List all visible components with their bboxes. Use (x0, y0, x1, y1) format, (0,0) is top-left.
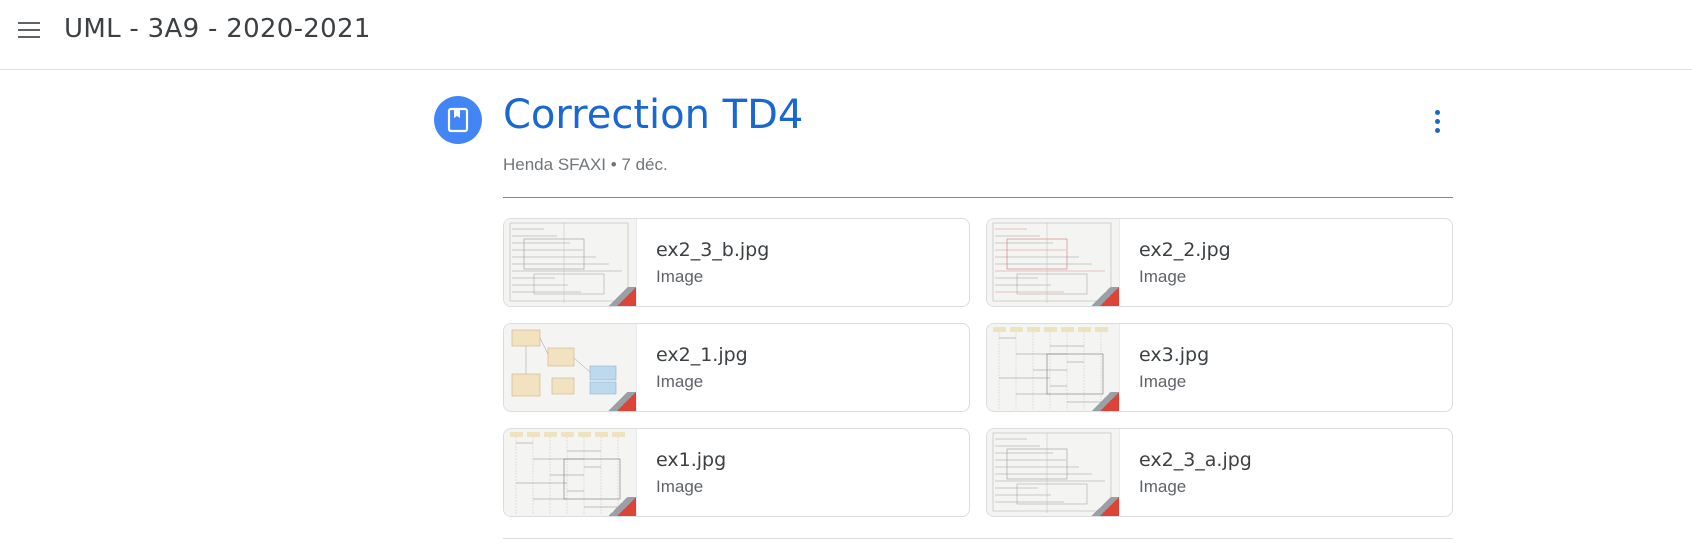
bottom-divider (503, 538, 1453, 539)
class-title[interactable]: UML - 3A9 - 2020-2021 (64, 14, 371, 44)
attachment-card[interactable]: ex1.jpg Image (503, 428, 970, 517)
attachment-name: ex1.jpg (656, 449, 727, 471)
title-divider (503, 197, 1453, 198)
post-meta: Henda SFAXI • 7 déc. (503, 155, 668, 174)
image-file-icon (1098, 287, 1119, 306)
attachment-thumbnail (504, 324, 637, 411)
image-file-icon (615, 287, 636, 306)
image-file-icon (1098, 392, 1119, 411)
attachment-name: ex2_2.jpg (1139, 239, 1231, 261)
attachment-name: ex3.jpg (1139, 344, 1210, 366)
book-icon (434, 96, 482, 144)
attachment-type: Image (656, 372, 704, 391)
hamburger-menu-icon[interactable] (12, 14, 44, 46)
attachment-thumbnail (987, 429, 1120, 516)
image-file-icon (615, 392, 636, 411)
attachment-type: Image (1139, 477, 1187, 496)
attachment-name: ex2_3_b.jpg (656, 239, 770, 261)
attachment-type: Image (656, 477, 704, 496)
attachment-card[interactable]: ex2_3_b.jpg Image (503, 218, 970, 307)
image-file-icon (1098, 497, 1119, 516)
attachment-type: Image (1139, 267, 1187, 286)
attachment-card[interactable]: ex2_3_a.jpg Image (986, 428, 1453, 517)
attachment-card[interactable]: ex2_2.jpg Image (986, 218, 1453, 307)
attachment-thumbnail (987, 219, 1120, 306)
attachment-list: ex2_3_b.jpg Image ex2_2.jpg Image ex2_1.jpg I… (503, 218, 1453, 517)
attachment-name: ex2_3_a.jpg (1139, 449, 1252, 471)
attachment-type: Image (1139, 372, 1187, 391)
attachment-thumbnail (504, 429, 637, 516)
more-vert-icon[interactable] (1420, 104, 1456, 140)
image-file-icon (615, 497, 636, 516)
attachment-thumbnail (987, 324, 1120, 411)
attachment-card[interactable]: ex2_1.jpg Image (503, 323, 970, 412)
attachment-name: ex2_1.jpg (656, 344, 748, 366)
attachment-thumbnail (504, 219, 637, 306)
attachment-type: Image (656, 267, 704, 286)
attachment-card[interactable]: ex3.jpg Image (986, 323, 1453, 412)
top-bar: UML - 3A9 - 2020-2021 (0, 0, 1692, 70)
post-title: Correction TD4 (503, 92, 804, 138)
